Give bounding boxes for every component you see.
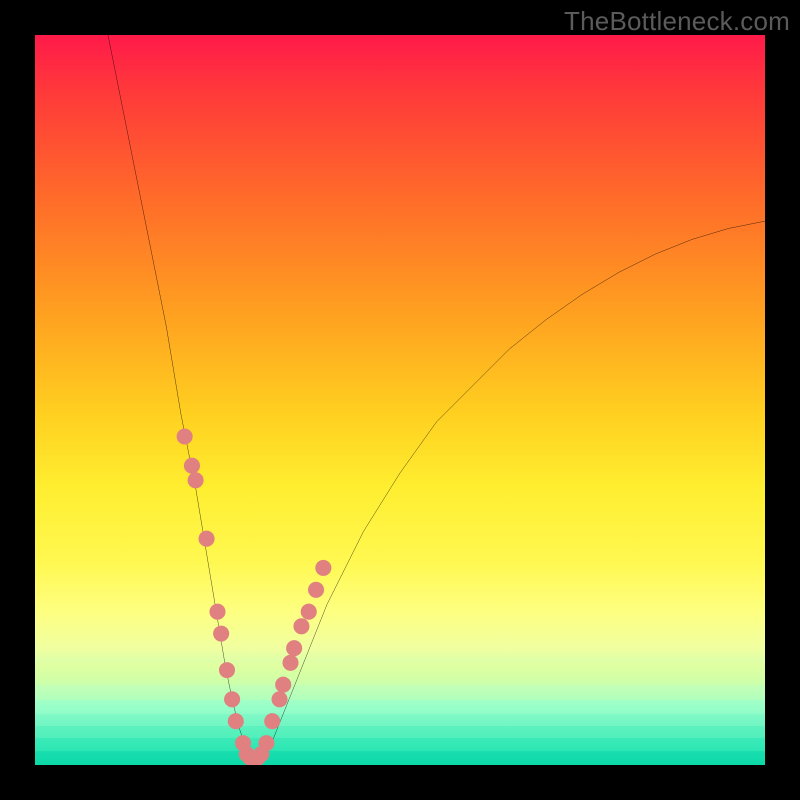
sample-dot	[213, 626, 229, 642]
chart-frame: TheBottleneck.com	[0, 0, 800, 800]
sample-dot	[272, 691, 288, 707]
sample-dot	[199, 531, 215, 547]
bottleneck-curve-path	[108, 35, 765, 761]
sample-dot	[264, 713, 280, 729]
sample-dot	[293, 618, 309, 634]
sample-dots-group	[177, 428, 332, 765]
sample-dot	[275, 677, 291, 693]
sample-dot	[282, 655, 298, 671]
sample-dot	[177, 428, 193, 444]
sample-dot	[228, 713, 244, 729]
sample-dot	[286, 640, 302, 656]
sample-dot	[301, 604, 317, 620]
sample-dot	[224, 691, 240, 707]
plot-area	[35, 35, 765, 765]
bottleneck-curve-svg	[35, 35, 765, 765]
sample-dot	[209, 604, 225, 620]
sample-dot	[315, 560, 331, 576]
watermark-text: TheBottleneck.com	[564, 6, 790, 37]
sample-dot	[258, 735, 274, 751]
sample-dot	[188, 472, 204, 488]
sample-dot	[184, 458, 200, 474]
sample-dot	[219, 662, 235, 678]
sample-dot	[308, 582, 324, 598]
